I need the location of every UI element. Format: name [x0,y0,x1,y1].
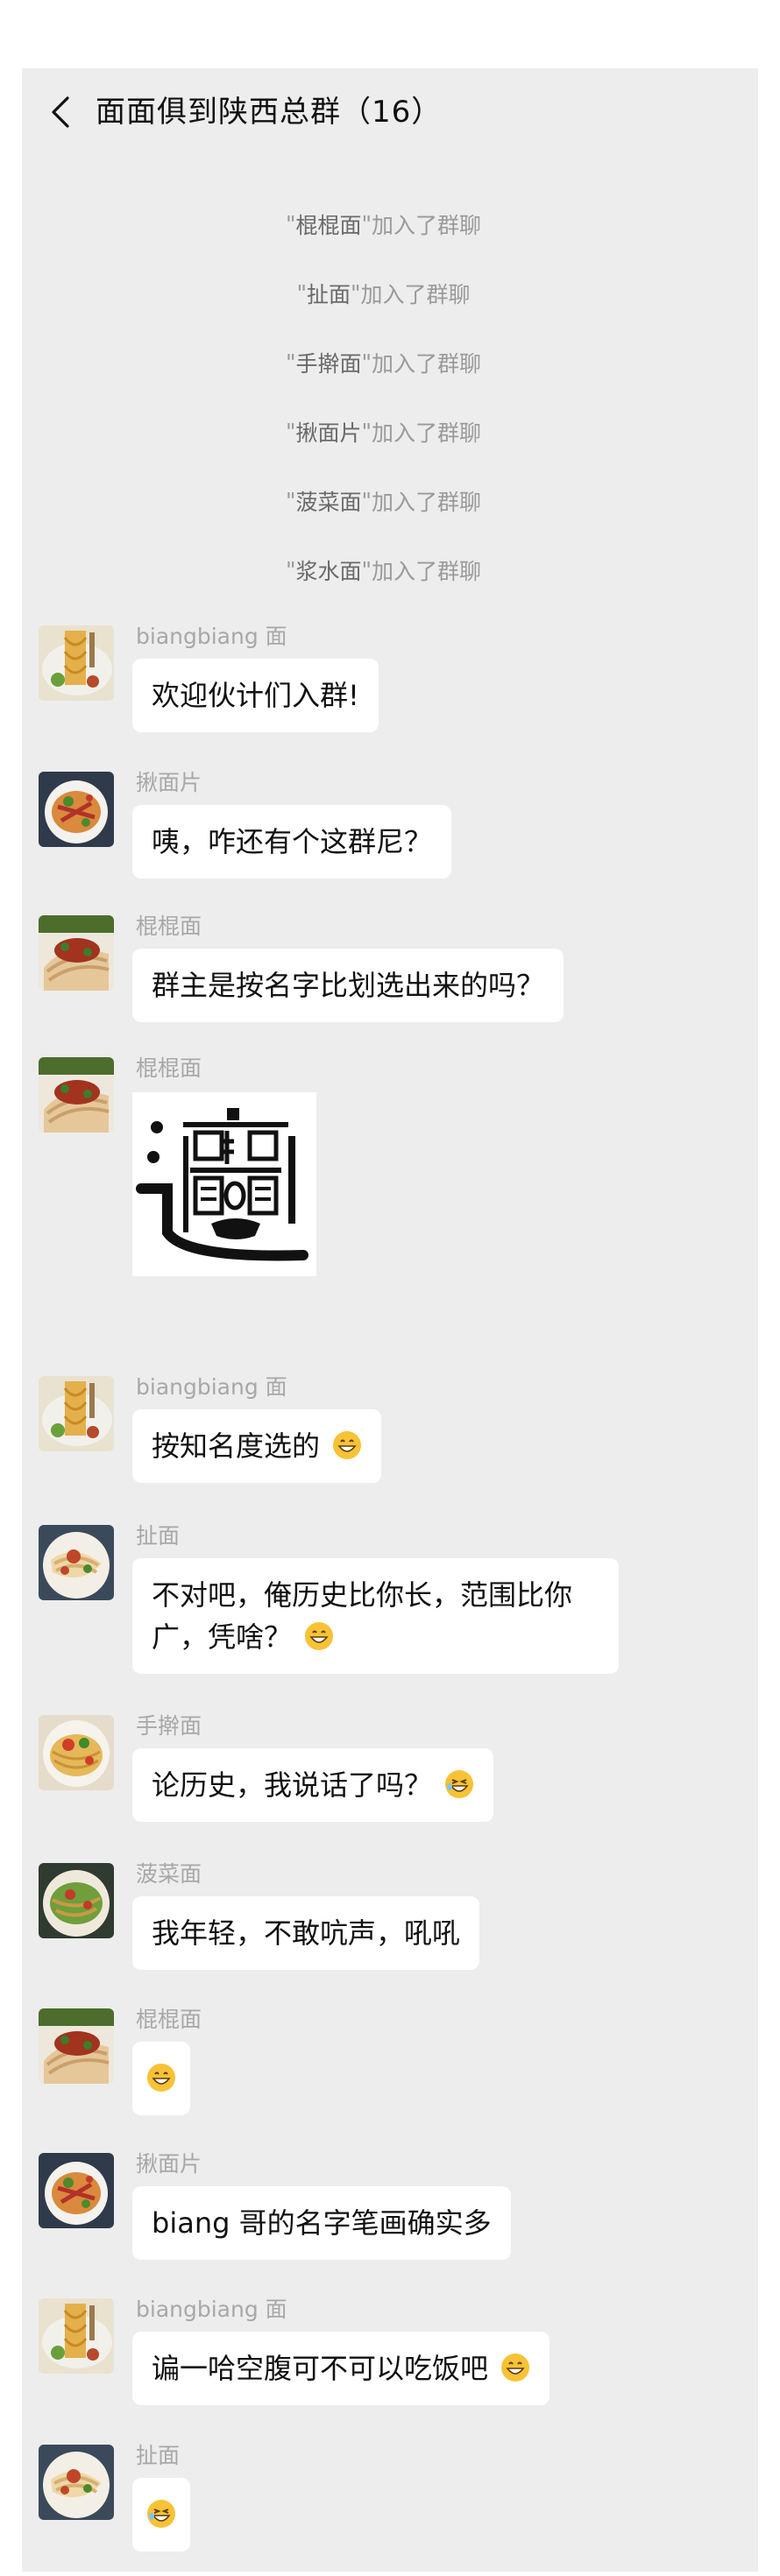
message-sender: 棍棍面 [136,1055,202,1081]
system-message-text: 加入了群聊 [360,281,471,307]
system-message-text: 加入了群聊 [372,489,482,515]
grinning-face-icon [501,2354,530,2382]
message-text: 群主是按名字比划选出来的吗？ [152,969,545,1002]
back-arrow-icon[interactable] [45,93,80,131]
chat-title: 面面俱到陕西总群（16） [96,95,443,130]
biangbiang-noodle-avatar[interactable] [39,2298,114,2374]
message-text: 不对吧，俺历史比你长，范围比你广，凭啥？ [152,1578,573,1654]
system-message-name: 棍棍面 [295,212,362,238]
gungunmian-avatar[interactable] [39,915,114,991]
laughing-face-icon [445,1770,474,1798]
system-message-list: " 棍棍面 " 加入了群聊 " 扯面 " 加入了群聊 " 手擀面 " 加入了群聊… [22,189,758,604]
system-message: " 菠菜面 " 加入了群聊 [9,466,758,535]
system-message: " 手擀面 " 加入了群聊 [9,328,758,397]
message-text: 按知名度选的 [152,1429,321,1463]
message-bubble[interactable]: 论历史，我说话了吗？ [132,1748,494,1822]
message-sender: 棍棍面 [136,914,202,939]
system-message: " 棍棍面 " 加入了群聊 [9,189,758,258]
system-message-text: 加入了群聊 [372,558,482,584]
message-bubble[interactable]: 群主是按名字比划选出来的吗？ [132,949,564,1022]
message-text: 我年轻，不敢吭声，吼吼 [152,1916,461,1950]
system-message: " 扯面 " 加入了群聊 [9,258,758,328]
system-message: " 浆水面 " 加入了群聊 [9,535,758,604]
message-sender: 揪面片 [136,770,202,795]
message-bubble[interactable]: 按知名度选的 [132,1409,382,1483]
grinning-face-icon [147,2064,175,2092]
grinning-face-icon [333,1431,362,1459]
laughing-face-icon [147,2500,175,2528]
message-bubble[interactable] [132,2478,190,2551]
jiumianpian-avatar[interactable] [39,772,114,847]
message-text: 咦，咋还有个这群尼？ [152,825,433,858]
message-sender: 菠菜面 [136,1861,202,1887]
message-bubble[interactable]: 咦，咋还有个这群尼？ [132,805,452,879]
system-message-text: 加入了群聊 [372,350,482,377]
biang-character-image[interactable] [132,1092,316,1276]
grinning-face-icon [305,1622,334,1650]
gungunmian-avatar[interactable] [39,1057,114,1133]
jiumianpian-avatar[interactable] [39,2153,114,2228]
message-bubble[interactable]: biang 哥的名字笔画确实多 [132,2186,511,2260]
gungunmian-avatar[interactable] [39,2008,114,2084]
chemian-avatar[interactable] [39,2445,114,2520]
system-message-name: 菠菜面 [295,489,362,515]
message-sender: 扯面 [136,1523,181,1549]
system-message-name: 扯面 [306,281,351,307]
system-message-name: 浆水面 [295,558,362,584]
message-bubble[interactable] [132,2042,190,2115]
message-sender: biangbiang 面 [136,624,287,649]
system-message-name: 揪面片 [295,420,362,446]
message-text: 论历史，我说话了吗？ [152,1768,433,1802]
message-sender: 揪面片 [136,2151,202,2177]
message-bubble[interactable]: 不对吧，俺历史比你长，范围比你广，凭啥？ [132,1558,619,1674]
chemian-avatar[interactable] [39,1525,114,1600]
message-sender: biangbiang 面 [136,1374,287,1400]
message-sender: 手擀面 [136,1713,202,1739]
system-message-text: 加入了群聊 [372,420,482,446]
message-text: biang 哥的名字笔画确实多 [152,2206,492,2240]
message-sender: 棍棍面 [136,2007,202,2032]
message-sender: biangbiang 面 [136,2297,287,2322]
chat-header: 面面俱到陕西总群（16） [22,68,758,156]
system-message: " 揪面片 " 加入了群聊 [9,397,758,466]
biangbiang-noodle-avatar[interactable] [39,625,114,701]
system-message-name: 手擀面 [295,350,362,377]
message-bubble[interactable]: 谝一哈空腹可不可以吃饭吧 [132,2332,550,2405]
message-bubble[interactable]: 欢迎伙计们入群! [132,659,379,732]
message-bubble[interactable]: 我年轻，不敢吭声，吼吼 [132,1896,480,1970]
system-message-text: 加入了群聊 [372,212,482,238]
bocaimian-avatar[interactable] [39,1863,114,1938]
biangbiang-noodle-avatar[interactable] [39,1376,114,1451]
message-text: 谝一哈空腹可不可以吃饭吧 [152,2352,489,2385]
chat-screen: 面面俱到陕西总群（16） " 棍棍面 " 加入了群聊 " 扯面 " 加入了群聊 … [22,68,758,2572]
message-sender: 扯面 [136,2443,181,2468]
message-text: 欢迎伙计们入群! [152,679,359,712]
shouganmian-avatar[interactable] [39,1715,114,1790]
